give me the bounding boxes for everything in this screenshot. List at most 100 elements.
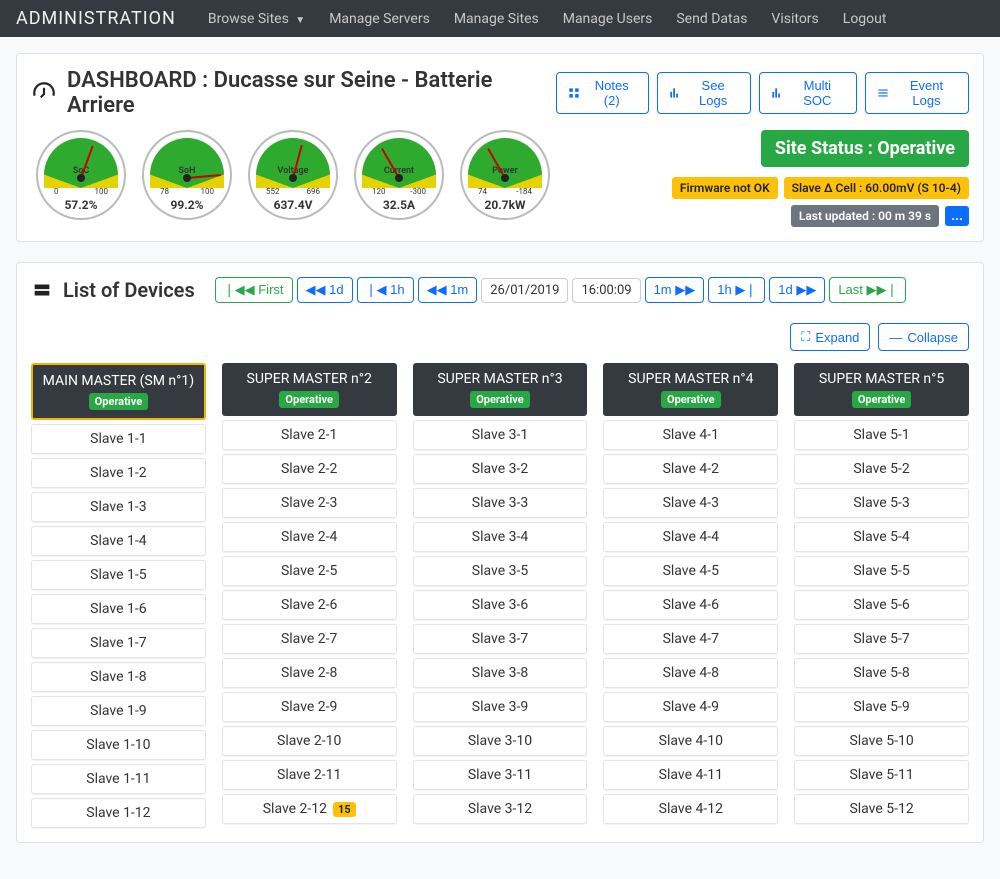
more-button[interactable]: ... xyxy=(945,206,969,226)
slave-item[interactable]: Slave 1-1 xyxy=(31,424,206,454)
slave-item[interactable]: Slave 4-9 xyxy=(603,692,778,722)
slave-item[interactable]: Slave 4-1 xyxy=(603,420,778,450)
slave-item[interactable]: Slave 2-7 xyxy=(222,624,397,654)
slave-label: Slave 2-12 xyxy=(263,801,327,817)
slave-item[interactable]: Slave 5-5 xyxy=(794,556,969,586)
slave-item[interactable]: Slave 2-10 xyxy=(222,726,397,756)
slave-item[interactable]: Slave 5-10 xyxy=(794,726,969,756)
nav-back-1m-button[interactable]: ◀◀ 1m xyxy=(418,277,478,303)
slave-item[interactable]: Slave 2-1215 xyxy=(222,794,397,824)
slave-item[interactable]: Slave 1-11 xyxy=(31,764,206,794)
slave-item[interactable]: Slave 2-8 xyxy=(222,658,397,688)
slave-item[interactable]: Slave 5-3 xyxy=(794,488,969,518)
nav-back-1h-button[interactable]: ❘◀ 1h xyxy=(357,277,414,303)
nav-visitors[interactable]: Visitors xyxy=(771,11,818,27)
slave-item[interactable]: Slave 4-11 xyxy=(603,760,778,790)
slave-item[interactable]: Slave 4-5 xyxy=(603,556,778,586)
super-master[interactable]: SUPER MASTER n°4Operative xyxy=(603,363,778,416)
slave-item[interactable]: Slave 2-5 xyxy=(222,556,397,586)
nav-manage-users[interactable]: Manage Users xyxy=(563,11,653,27)
expand-button[interactable]: ⛶ Expand xyxy=(790,323,870,351)
slave-item[interactable]: Slave 5-8 xyxy=(794,658,969,688)
nav-fwd-1d-button[interactable]: 1d ▶▶ xyxy=(769,277,825,303)
slave-item[interactable]: Slave 1-8 xyxy=(31,662,206,692)
slave-item[interactable]: Slave 3-10 xyxy=(413,726,588,756)
slave-item[interactable]: Slave 3-9 xyxy=(413,692,588,722)
time-input[interactable]: 16:00:09 xyxy=(572,278,640,303)
slave-item[interactable]: Slave 4-7 xyxy=(603,624,778,654)
super-master[interactable]: SUPER MASTER n°3Operative xyxy=(413,363,588,416)
slave-item[interactable]: Slave 4-6 xyxy=(603,590,778,620)
navbar: ADMINISTRATION Browse Sites ▼ Manage Ser… xyxy=(0,0,1000,37)
nav-fwd-1m-button[interactable]: 1m ▶▶ xyxy=(645,277,705,303)
slave-item[interactable]: Slave 5-11 xyxy=(794,760,969,790)
slave-item[interactable]: Slave 5-12 xyxy=(794,794,969,824)
nav-fwd-1h-button[interactable]: 1h ▶❘ xyxy=(708,277,765,303)
super-master[interactable]: SUPER MASTER n°2Operative xyxy=(222,363,397,416)
slave-item[interactable]: Slave 5-7 xyxy=(794,624,969,654)
slave-item[interactable]: Slave 4-8 xyxy=(603,658,778,688)
slave-item[interactable]: Slave 5-2 xyxy=(794,454,969,484)
slave-item[interactable]: Slave 4-10 xyxy=(603,726,778,756)
slave-item[interactable]: Slave 1-4 xyxy=(31,526,206,556)
slave-item[interactable]: Slave 2-6 xyxy=(222,590,397,620)
nav-logout[interactable]: Logout xyxy=(843,11,887,27)
slave-item[interactable]: Slave 2-9 xyxy=(222,692,397,722)
nav-manage-sites[interactable]: Manage Sites xyxy=(454,11,539,27)
slave-item[interactable]: Slave 1-5 xyxy=(31,560,206,590)
nav-first-button[interactable]: ❘◀◀ First xyxy=(215,277,293,303)
slave-item[interactable]: Slave 5-4 xyxy=(794,522,969,552)
expand-icon: ⛶ xyxy=(801,329,810,345)
slave-item[interactable]: Slave 3-1 xyxy=(413,420,588,450)
slave-item[interactable]: Slave 4-2 xyxy=(603,454,778,484)
slave-item[interactable]: Slave 5-1 xyxy=(794,420,969,450)
event-logs-button[interactable]: Event Logs xyxy=(865,72,969,114)
main-master[interactable]: MAIN MASTER (SM n°1)Operative xyxy=(31,363,206,420)
slave-item[interactable]: Slave 2-1 xyxy=(222,420,397,450)
chevron-down-icon: ▼ xyxy=(295,15,305,26)
slave-label: Slave 5-11 xyxy=(849,767,913,783)
see-logs-button[interactable]: See Logs xyxy=(657,72,751,114)
slave-item[interactable]: Slave 3-6 xyxy=(413,590,588,620)
slave-item[interactable]: Slave 2-4 xyxy=(222,522,397,552)
device-column: MAIN MASTER (SM n°1)Operative Slave 1-1 Sl… xyxy=(31,363,206,828)
slave-item[interactable]: Slave 3-12 xyxy=(413,794,588,824)
slave-item[interactable]: Slave 1-6 xyxy=(31,594,206,624)
slave-item[interactable]: Slave 5-6 xyxy=(794,590,969,620)
gauge-value: 57.2% xyxy=(38,198,124,212)
slave-item[interactable]: Slave 3-11 xyxy=(413,760,588,790)
slave-item[interactable]: Slave 1-3 xyxy=(31,492,206,522)
gauge-max: 100 xyxy=(201,187,215,196)
collapse-button[interactable]: — Collapse xyxy=(878,323,969,351)
notes-button[interactable]: Notes (2) xyxy=(556,72,649,114)
nav-browse-sites[interactable]: Browse Sites ▼ xyxy=(208,11,305,27)
slave-item[interactable]: Slave 4-4 xyxy=(603,522,778,552)
slave-item[interactable]: Slave 3-3 xyxy=(413,488,588,518)
super-master[interactable]: SUPER MASTER n°5Operative xyxy=(794,363,969,416)
slave-item[interactable]: Slave 1-7 xyxy=(31,628,206,658)
slave-item[interactable]: Slave 5-9 xyxy=(794,692,969,722)
slave-item[interactable]: Slave 4-12 xyxy=(603,794,778,824)
nav-last-button[interactable]: Last ▶▶❘ xyxy=(829,277,906,303)
slave-item[interactable]: Slave 2-3 xyxy=(222,488,397,518)
slave-label: Slave 3-7 xyxy=(472,631,528,647)
slave-item[interactable]: Slave 1-12 xyxy=(31,798,206,828)
slave-item[interactable]: Slave 3-8 xyxy=(413,658,588,688)
multi-soc-button[interactable]: Multi SOC xyxy=(759,72,857,114)
slave-item[interactable]: Slave 2-2 xyxy=(222,454,397,484)
slave-item[interactable]: Slave 1-2 xyxy=(31,458,206,488)
dashboard-icon xyxy=(31,80,57,106)
nav-send-datas[interactable]: Send Datas xyxy=(676,11,747,27)
slave-label: Slave 2-2 xyxy=(281,461,337,477)
slave-item[interactable]: Slave 3-5 xyxy=(413,556,588,586)
slave-item[interactable]: Slave 1-9 xyxy=(31,696,206,726)
slave-item[interactable]: Slave 3-4 xyxy=(413,522,588,552)
date-input[interactable]: 26/01/2019 xyxy=(481,278,568,303)
nav-back-1d-button[interactable]: ◀◀ 1d xyxy=(297,277,353,303)
slave-item[interactable]: Slave 2-11 xyxy=(222,760,397,790)
slave-item[interactable]: Slave 4-3 xyxy=(603,488,778,518)
nav-manage-servers[interactable]: Manage Servers xyxy=(329,11,430,27)
slave-item[interactable]: Slave 1-10 xyxy=(31,730,206,760)
slave-item[interactable]: Slave 3-2 xyxy=(413,454,588,484)
slave-item[interactable]: Slave 3-7 xyxy=(413,624,588,654)
